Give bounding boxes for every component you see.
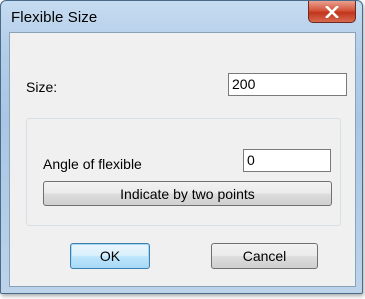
- flexible-size-dialog: Flexible Size Size: 200 Angle of flexibl…: [0, 0, 363, 294]
- angle-group: Angle of flexible 0 Indicate by two poin…: [26, 118, 341, 226]
- cancel-button[interactable]: Cancel: [211, 243, 318, 269]
- size-label: Size:: [26, 79, 58, 95]
- indicate-by-two-points-button[interactable]: Indicate by two points: [43, 181, 332, 206]
- close-icon: [325, 5, 339, 18]
- ok-button[interactable]: OK: [70, 243, 150, 269]
- dialog-content: Size: 200 Angle of flexible 0 Indicate b…: [9, 32, 356, 287]
- angle-label: Angle of flexible: [43, 156, 142, 172]
- window-title: Flexible Size: [11, 9, 98, 26]
- close-button[interactable]: [308, 1, 356, 23]
- angle-input[interactable]: 0: [243, 149, 331, 172]
- size-input[interactable]: 200: [228, 73, 347, 96]
